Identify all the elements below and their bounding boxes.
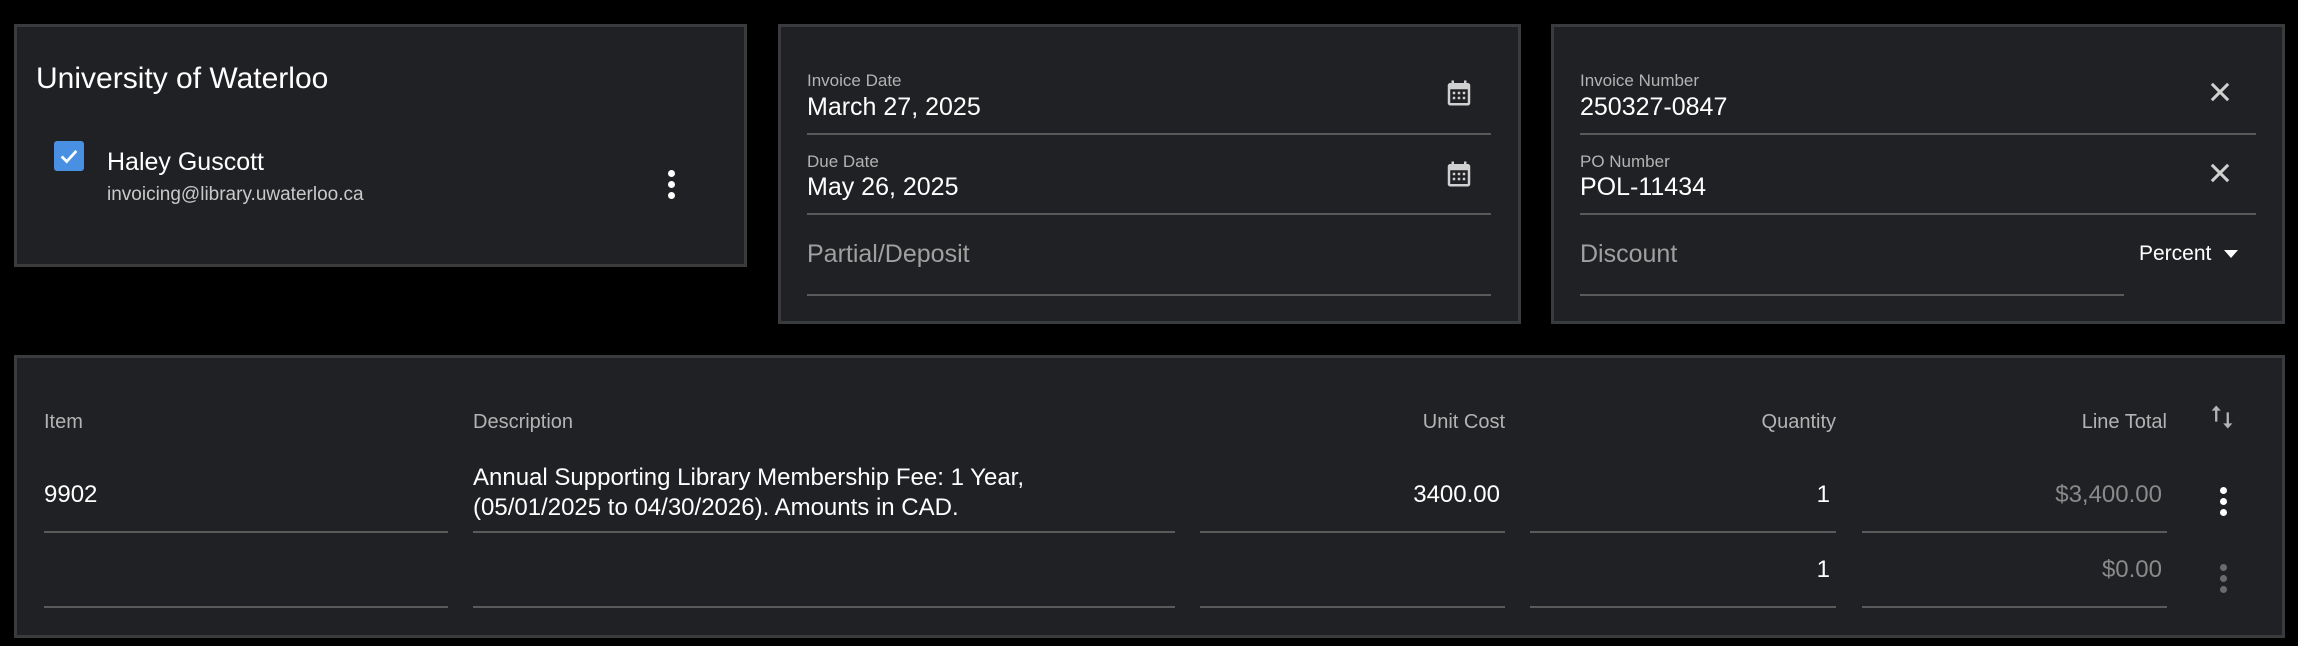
- contact-name: Haley Guscott: [107, 148, 265, 176]
- po-number-field[interactable]: POL-11434: [1580, 173, 1706, 202]
- header-unit-cost: Unit Cost: [1422, 411, 1505, 433]
- row1-unit-cost[interactable]: 3400.00: [1200, 481, 1500, 509]
- row2-item-underline: [44, 606, 448, 608]
- row1-description-line1: Annual Supporting Library Membership Fee…: [473, 464, 1025, 491]
- row1-unit-cost-underline: [1200, 531, 1505, 533]
- discount-underline: [1580, 294, 2124, 296]
- po-number-label: PO Number: [1580, 152, 1670, 171]
- row1-line-total: $3,400.00: [2055, 481, 2162, 508]
- client-name[interactable]: University of Waterloo: [36, 62, 328, 96]
- row2-line-total: $0.00: [2101, 556, 2162, 583]
- partial-deposit-underline: [807, 294, 1491, 296]
- invoice-number-field[interactable]: 250327-0847: [1580, 93, 1727, 122]
- contact-checkbox[interactable]: [54, 141, 84, 171]
- calendar-icon[interactable]: [1444, 78, 1474, 113]
- clear-invoice-number-icon[interactable]: [2206, 78, 2234, 111]
- row1-description[interactable]: Annual Supporting Library Membership Fee…: [473, 463, 1024, 523]
- invoice-date-field[interactable]: March 27, 2025: [807, 93, 981, 122]
- discount-type-value: Percent: [2139, 242, 2212, 265]
- invoice-date-underline: [807, 133, 1491, 135]
- due-date-underline: [807, 213, 1491, 215]
- discount-type-select[interactable]: Percent: [2139, 242, 2239, 266]
- contact-email: invoicing@library.uwaterloo.ca: [107, 184, 364, 205]
- row1-description-underline: [473, 531, 1175, 533]
- row1-quantity-underline: [1530, 531, 1836, 533]
- check-icon: [60, 150, 78, 164]
- invoice-date-label: Invoice Date: [807, 71, 902, 90]
- discount-field[interactable]: Discount: [1580, 240, 1677, 269]
- invoice-number-label: Invoice Number: [1580, 71, 1700, 90]
- row1-line-total-underline: [1862, 531, 2167, 533]
- dropdown-arrow-icon: [2224, 250, 2239, 258]
- row1-more-icon[interactable]: [2219, 487, 2227, 516]
- row2-description-underline: [473, 606, 1175, 608]
- clear-po-number-icon[interactable]: [2206, 159, 2234, 192]
- row1-quantity[interactable]: 1: [1530, 481, 1830, 509]
- row1-description-line2: (05/01/2025 to 04/30/2026). Amounts in C…: [473, 494, 959, 521]
- invoice-number-underline: [1580, 133, 2256, 135]
- due-date-field[interactable]: May 26, 2025: [807, 173, 959, 202]
- header-item: Item: [44, 411, 83, 433]
- sort-icon[interactable]: [2208, 402, 2236, 437]
- row2-quantity[interactable]: 1: [1530, 556, 1830, 584]
- row1-item-underline: [44, 531, 448, 533]
- partial-deposit-field[interactable]: Partial/Deposit: [807, 240, 970, 269]
- client-card: [14, 24, 747, 267]
- calendar-icon[interactable]: [1444, 159, 1474, 194]
- row2-more-icon[interactable]: [2219, 564, 2227, 593]
- po-number-underline: [1580, 213, 2256, 215]
- row2-line-total-underline: [1862, 606, 2167, 608]
- header-quantity: Quantity: [1761, 411, 1836, 433]
- row2-unit-cost-underline: [1200, 606, 1505, 608]
- row1-item[interactable]: 9902: [44, 481, 97, 509]
- contact-more-icon[interactable]: [667, 170, 675, 199]
- row2-quantity-underline: [1530, 606, 1836, 608]
- header-line-total: Line Total: [2081, 411, 2167, 433]
- header-description: Description: [473, 411, 574, 433]
- due-date-label: Due Date: [807, 152, 879, 171]
